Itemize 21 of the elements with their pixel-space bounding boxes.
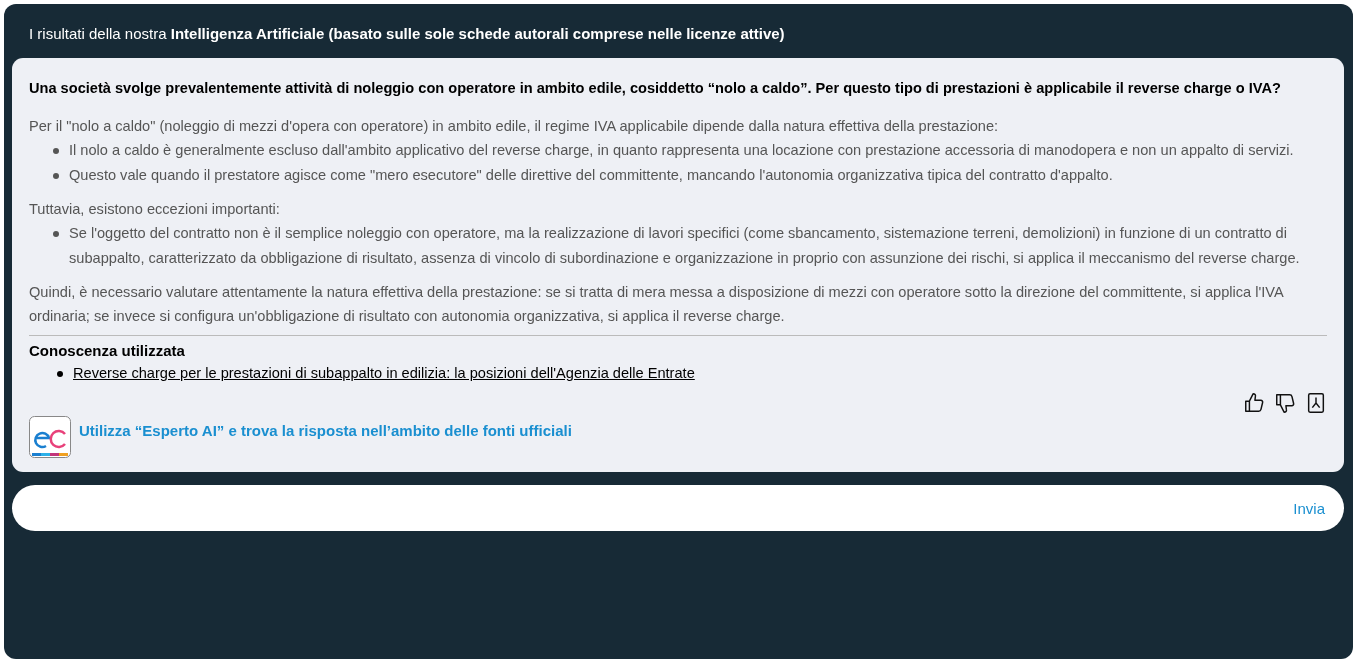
ec-logo-icon [29,416,71,458]
pdf-icon[interactable] [1305,392,1327,414]
source-link[interactable]: Reverse charge per le prestazioni di subappalto in edilizia: la posizioni dell'Agenzia delle Entrate [73,361,695,386]
thumbs-up-icon[interactable] [1243,392,1265,414]
answer-bullet-text: Questo vale quando il prestatore agisce come "mero esecutore" delle direttive del committente, mancando l'autonomia organizzativa tipica del contratto d'appalto. [69,166,1113,185]
answer-paragraph: Quindi, è necessario valutare attentamente la natura effettiva della prestazione: se si tratta di mera messa a disposizione di mezzi con operatore sotto la direzione del committente, si applica l'IVA ordinaria; se invece si configura un'obbligazione di risultato con autonomia organizzativa, si applica il reverse charge. [29,283,1285,326]
message-input[interactable]: Invia [12,485,1344,531]
bullet-icon [57,371,63,377]
bullet-icon [53,173,59,179]
answer-bullet-text: Il nolo a caldo è generalmente escluso dall'ambito applicativo del reverse charge, in quanto rappresenta una locazione con prestazione accessoria di manodopera e non un appalto di servizi. [69,141,1294,160]
question-text: Una società svolge prevalentemente attività di noleggio con operatore in ambito edile, cosiddetto “nolo a caldo”. Per questo tipo di prestazioni è applicabile il reverse charge o IVA? [29,79,1282,98]
answer-bullet-text: Se l'oggetto del contratto non è il semplice noleggio con operatore, ma la realizzazione di lavori specifici (come sbancamento, sistemazione terreni, demolizioni) in funzione di un contratto di subappalto, caratterizzato da obbligazione di risultato, assenza di vincolo di subordinazione e organizzazione in proprio con assunzione dei rischi, si applica il meccanismo del reverse charge. [69,224,1301,268]
send-button[interactable]: Invia [1289,495,1329,521]
expert-ai-link[interactable]: Utilizza “Esperto AI” e trova la risposta nell’ambito delle fonti ufficiali [79,421,572,439]
knowledge-heading: Conoscenza utilizzata [29,342,186,359]
answer-paragraph: Tuttavia, esistono eccezioni importanti: [29,200,281,219]
thumbs-down-icon[interactable] [1274,392,1296,414]
answer-paragraph: Per il "nolo a caldo" (noleggio di mezzi d'opera con operatore) in ambito edile, il regime IVA applicabile dipende dalla natura effettiva della prestazione: [29,117,1000,136]
header-title: I risultati della nostra Intelligenza Artificiale (basato sulle sole schede autorali comprese nelle licenze attive) [28,24,786,44]
bullet-icon [53,231,59,237]
bullet-icon [53,148,59,154]
